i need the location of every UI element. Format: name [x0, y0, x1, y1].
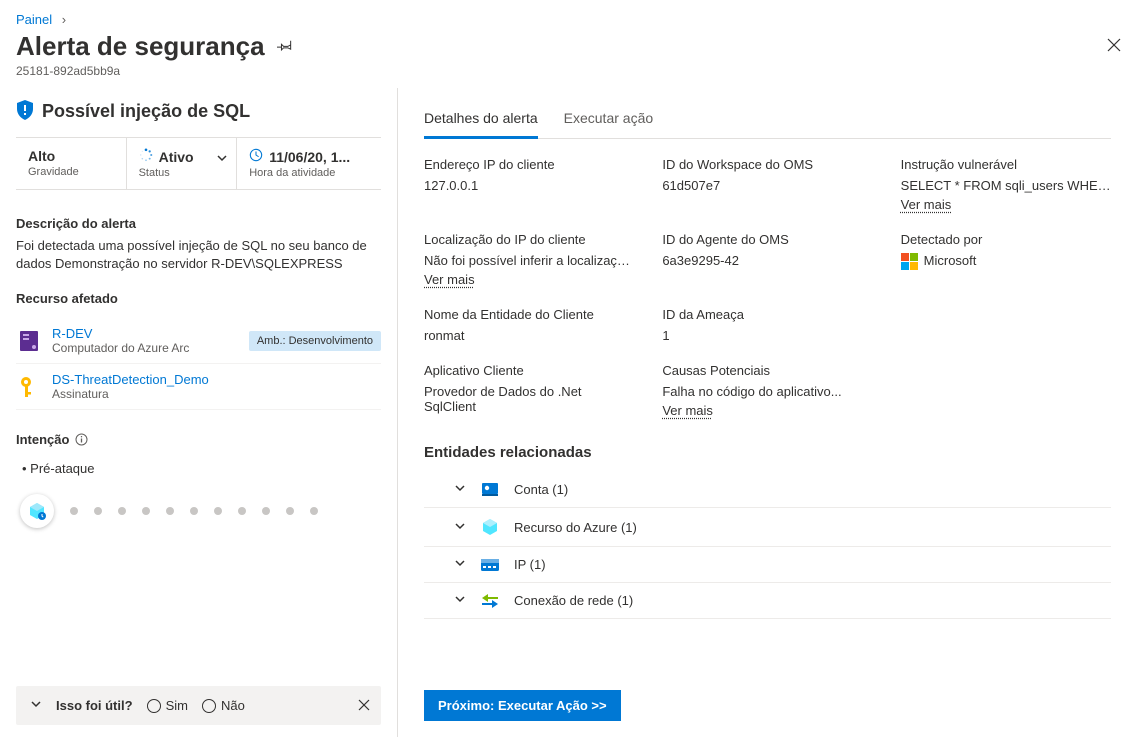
kill-chain-dot — [262, 507, 270, 515]
account-icon — [480, 481, 500, 497]
next-action-button[interactable]: Próximo: Executar Ação >> — [424, 690, 621, 721]
tab-details[interactable]: Detalhes do alerta — [424, 104, 538, 139]
resource-type: Assinatura — [52, 387, 381, 401]
stats-row: Alto Gravidade Ativo Status — [16, 137, 381, 190]
chevron-down-icon[interactable] — [216, 152, 228, 167]
detail-oms-workspace: ID do Workspace do OMS 61d507e7 — [662, 157, 872, 212]
detail-causes: Causas Potenciais Falha no código do apl… — [662, 363, 872, 418]
affected-resource[interactable]: DS-ThreatDetection_Demo Assinatura — [16, 364, 381, 410]
detail-client-app: Aplicativo Cliente Provedor de Dados do … — [424, 363, 634, 418]
ip-icon — [480, 558, 500, 572]
threat-title: Possível injeção de SQL — [42, 101, 250, 122]
clock-icon — [249, 148, 263, 165]
close-icon[interactable] — [1107, 38, 1121, 55]
chevron-down-icon — [454, 520, 466, 535]
entity-row-azure[interactable]: Recurso do Azure (1) — [424, 508, 1111, 547]
resource-name[interactable]: DS-ThreatDetection_Demo — [52, 372, 381, 387]
spinner-icon — [139, 148, 153, 165]
chevron-right-icon: › — [62, 12, 66, 27]
chevron-down-icon — [454, 482, 466, 497]
detail-client-ip: Endereço IP do cliente 127.0.0.1 — [424, 157, 634, 212]
entity-row-ip[interactable]: IP (1) — [424, 547, 1111, 583]
chevron-down-icon[interactable] — [30, 698, 42, 713]
kill-chain-dot — [310, 507, 318, 515]
detail-vuln-stmt: Instrução vulnerável SELECT * FROM sqli_… — [901, 157, 1111, 212]
kill-chain-dot — [142, 507, 150, 515]
see-more-link[interactable]: Ver mais — [662, 403, 713, 418]
intent-item: Pré-ataque — [22, 461, 381, 476]
feedback-bar: Isso foi útil? Sim Não — [16, 686, 381, 725]
chevron-down-icon — [454, 557, 466, 572]
severity-value: Alto — [28, 148, 114, 164]
kill-chain — [16, 494, 381, 528]
time-value: 11/06/20, 1... — [269, 149, 350, 165]
kill-chain-dot — [214, 507, 222, 515]
network-connection-icon — [480, 594, 500, 608]
feedback-no[interactable]: Não — [202, 698, 245, 713]
resource-type: Computador do Azure Arc — [52, 341, 239, 355]
intent-title: Intenção — [16, 432, 381, 447]
detail-oms-agent: ID do Agente do OMS 6a3e9295-42 — [662, 232, 872, 287]
detail-threat-id: ID da Ameaça 1 — [662, 307, 872, 343]
microsoft-logo-icon — [901, 253, 918, 270]
kill-chain-dot — [118, 507, 126, 515]
feedback-yes[interactable]: Sim — [147, 698, 188, 713]
info-icon[interactable] — [75, 433, 88, 446]
breadcrumb: Painel › — [0, 0, 1137, 31]
kill-chain-stage-icon[interactable] — [20, 494, 54, 528]
server-icon — [16, 329, 42, 353]
severity-label: Gravidade — [28, 166, 114, 178]
detail-client-ip-location: Localização do IP do cliente Não foi pos… — [424, 232, 634, 287]
tabs: Detalhes do alerta Executar ação — [424, 104, 1111, 139]
azure-resource-icon — [480, 518, 500, 536]
kill-chain-dot — [70, 507, 78, 515]
affected-resource[interactable]: R-DEV Computador do Azure Arc Amb.: Dese… — [16, 318, 381, 364]
page-title: Alerta de segurança — [16, 31, 265, 62]
alert-id: 25181-892ad5bb9a — [0, 62, 1137, 88]
entity-row-network[interactable]: Conexão de rede (1) — [424, 583, 1111, 619]
status-label: Status — [139, 167, 225, 179]
resource-name[interactable]: R-DEV — [52, 326, 239, 341]
description-title: Descrição do alerta — [16, 216, 381, 231]
entities-title: Entidades relacionadas — [424, 444, 1111, 461]
pin-icon[interactable] — [277, 37, 293, 56]
time-label: Hora da atividade — [249, 167, 369, 179]
key-icon — [16, 375, 42, 399]
affected-title: Recurso afetado — [16, 291, 381, 306]
description-text: Foi detectada uma possível injeção de SQ… — [16, 237, 381, 273]
feedback-question: Isso foi útil? — [56, 698, 133, 713]
breadcrumb-root[interactable]: Painel — [16, 12, 52, 27]
kill-chain-dot — [238, 507, 246, 515]
entity-row-account[interactable]: Conta (1) — [424, 471, 1111, 508]
detail-client-principal: Nome da Entidade do Cliente ronmat — [424, 307, 634, 343]
shield-icon — [16, 100, 34, 123]
close-icon[interactable] — [357, 698, 371, 715]
chevron-down-icon — [454, 593, 466, 608]
see-more-link[interactable]: Ver mais — [424, 272, 475, 287]
kill-chain-dot — [190, 507, 198, 515]
environment-tag: Amb.: Desenvolvimento — [249, 331, 381, 351]
detail-detected-by: Detectado por Microsoft — [901, 232, 1111, 287]
kill-chain-dot — [94, 507, 102, 515]
see-more-link[interactable]: Ver mais — [901, 197, 952, 212]
tab-action[interactable]: Executar ação — [564, 104, 654, 138]
kill-chain-dot — [166, 507, 174, 515]
status-value: Ativo — [159, 149, 194, 165]
kill-chain-dot — [286, 507, 294, 515]
